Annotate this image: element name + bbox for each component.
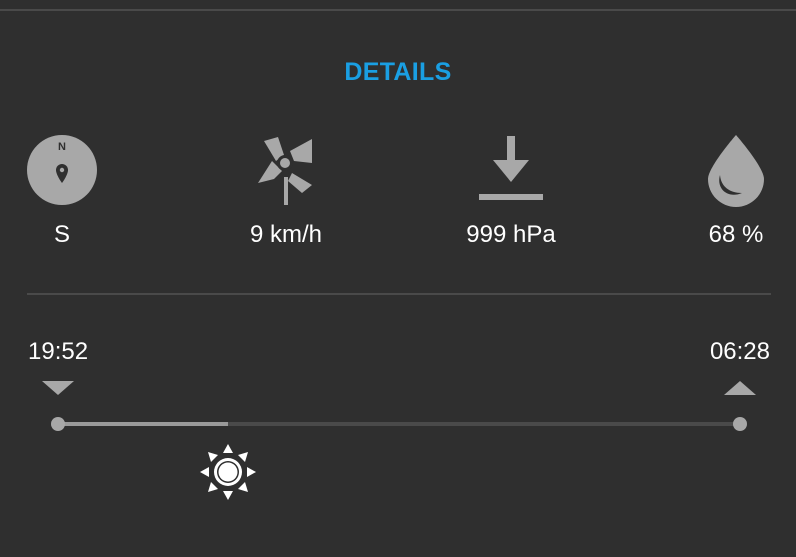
compass-north-label: N [58, 141, 66, 153]
sunset-triangle-icon [42, 381, 74, 395]
progress-end-dot [733, 417, 747, 431]
progress-start-dot [51, 417, 65, 431]
sun-progress-track [57, 422, 740, 426]
sunrise-time: 06:28 [709, 338, 770, 365]
humidity-metric: 68 % [656, 130, 796, 250]
sunset-time: 19:52 [28, 338, 89, 365]
wind-speed-value: 9 km/h [249, 221, 323, 248]
compass-icon: N [0, 130, 142, 210]
section-title: DETAILS [344, 58, 452, 86]
humidity-value: 68 % [708, 221, 764, 248]
windmill-icon [206, 130, 366, 210]
wind-direction-value: S [53, 221, 70, 248]
pressure-metric: 999 hPa [431, 130, 591, 250]
pressure-down-arrow-icon [431, 130, 591, 210]
wind-direction-metric: N S [0, 130, 142, 250]
section-divider [27, 293, 771, 295]
sun-icon [199, 443, 257, 501]
sun-progress-fill [57, 422, 228, 426]
pressure-value: 999 hPa [466, 221, 556, 248]
top-divider [0, 9, 796, 11]
wind-speed-metric: 9 km/h [206, 130, 366, 250]
sunrise-triangle-icon [724, 381, 756, 395]
water-drop-icon [656, 130, 796, 210]
